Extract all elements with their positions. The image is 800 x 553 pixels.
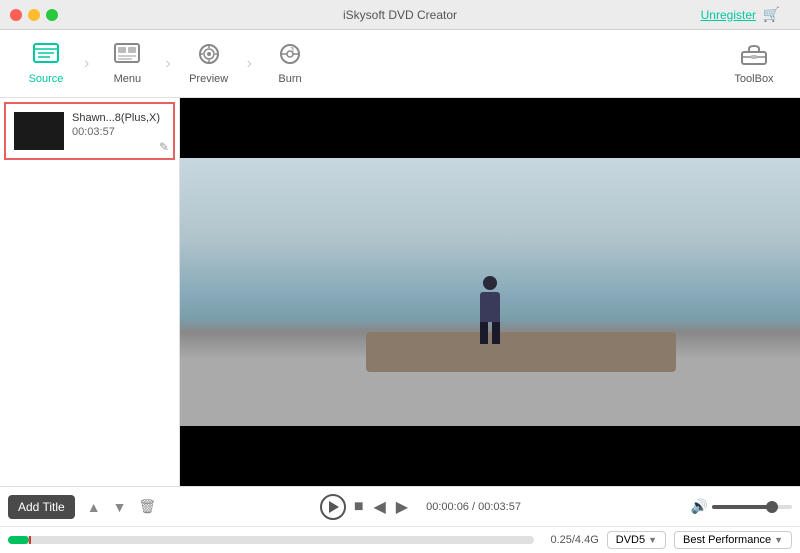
source-label: Source <box>29 73 64 85</box>
arrow-2: › <box>165 55 170 73</box>
volume-icon[interactable]: 🔊 <box>691 498 708 515</box>
menu-label: Menu <box>114 73 142 85</box>
file-size: 0.25/4.4G <box>550 534 598 546</box>
media-duration: 00:03:57 <box>72 126 165 138</box>
move-down-button[interactable]: ▼ <box>109 496 131 517</box>
burn-label: Burn <box>278 73 301 85</box>
app-title: iSkysoft DVD Creator <box>343 8 457 22</box>
main-content: Shawn...8(Plus,X) 00:03:57 ✎ <box>0 98 800 486</box>
person-silhouette <box>475 276 505 346</box>
source-icon <box>33 43 59 71</box>
time-current: 00:00:06 <box>426 501 469 513</box>
cart-icon[interactable]: 🛒 <box>763 6 780 23</box>
toolbox-button[interactable]: ToolBox <box>718 34 790 94</box>
preview-icon <box>196 43 222 71</box>
video-content <box>180 98 800 486</box>
traffic-lights <box>10 9 58 21</box>
close-button[interactable] <box>10 9 22 21</box>
controls-area: Add Title ▲ ▼ 🗑 ■ ◀ ▶ 00:00:06 / 00:03:5… <box>0 486 800 553</box>
arrow-3: › <box>247 55 252 73</box>
quality-select[interactable]: Best Performance ▼ <box>674 531 792 549</box>
time-display: 00:00:06 / 00:03:57 <box>426 501 521 513</box>
arrow-1: › <box>84 55 89 73</box>
progress-marker <box>29 536 31 544</box>
burn-icon <box>277 43 303 71</box>
person-leg-right <box>492 322 500 344</box>
dvd-format-label: DVD5 <box>616 534 645 546</box>
progress-row: 0.25/4.4G DVD5 ▼ Best Performance ▼ <box>0 527 800 553</box>
titlebar: iSkysoft DVD Creator Unregister 🛒 <box>0 0 800 30</box>
edit-icon[interactable]: ✎ <box>159 140 169 154</box>
media-info: Shawn...8(Plus,X) 00:03:57 <box>72 112 165 138</box>
media-thumbnail <box>14 112 64 150</box>
tab-burn[interactable]: Burn <box>254 34 326 94</box>
tab-source[interactable]: Source <box>10 34 82 94</box>
maximize-button[interactable] <box>46 9 58 21</box>
next-button[interactable]: ▶ <box>394 495 410 519</box>
prev-button[interactable]: ◀ <box>371 495 387 519</box>
person-head <box>483 276 497 290</box>
preview-label: Preview <box>189 73 228 85</box>
letterbox-bottom <box>180 426 800 486</box>
minimize-button[interactable] <box>28 9 40 21</box>
video-scene <box>180 158 800 426</box>
tab-menu[interactable]: Menu <box>91 34 163 94</box>
video-frame <box>180 98 800 486</box>
menu-icon <box>114 43 140 71</box>
person-body <box>480 292 500 322</box>
time-total: 00:03:57 <box>478 501 521 513</box>
preview-area <box>180 98 800 486</box>
letterbox-top <box>180 98 800 158</box>
delete-button[interactable]: 🗑 <box>134 496 160 517</box>
unregister-button[interactable]: Unregister <box>701 8 756 22</box>
list-controls: ▲ ▼ 🗑 <box>83 496 161 517</box>
person-leg-left <box>480 322 488 344</box>
volume-fill <box>712 505 768 509</box>
play-icon <box>329 501 339 513</box>
dvd-format-select[interactable]: DVD5 ▼ <box>607 531 666 549</box>
quality-arrow: ▼ <box>774 535 783 545</box>
volume-area: 🔊 <box>691 498 792 515</box>
media-item[interactable]: Shawn...8(Plus,X) 00:03:57 ✎ <box>4 102 175 160</box>
controls-row1: Add Title ▲ ▼ 🗑 ■ ◀ ▶ 00:00:06 / 00:03:5… <box>0 487 800 527</box>
toolbar: Source › Menu › Prev <box>0 30 800 98</box>
rock-platform <box>366 332 676 372</box>
media-name: Shawn...8(Plus,X) <box>72 112 165 124</box>
person-legs <box>475 322 505 344</box>
tab-preview[interactable]: Preview <box>173 34 245 94</box>
toolbox-icon <box>740 43 768 71</box>
move-up-button[interactable]: ▲ <box>83 496 105 517</box>
volume-handle[interactable] <box>766 501 778 513</box>
progress-bar[interactable] <box>8 536 534 544</box>
add-title-button[interactable]: Add Title <box>8 495 75 519</box>
volume-slider[interactable] <box>712 505 792 509</box>
stop-button[interactable]: ■ <box>352 496 366 518</box>
sidebar: Shawn...8(Plus,X) 00:03:57 ✎ <box>0 98 180 486</box>
progress-fill <box>8 536 29 544</box>
toolbox-label: ToolBox <box>734 73 773 85</box>
playback-controls: ■ ◀ ▶ 00:00:06 / 00:03:57 <box>160 494 680 520</box>
dvd-format-arrow: ▼ <box>648 535 657 545</box>
quality-label: Best Performance <box>683 534 771 546</box>
play-button[interactable] <box>320 494 346 520</box>
